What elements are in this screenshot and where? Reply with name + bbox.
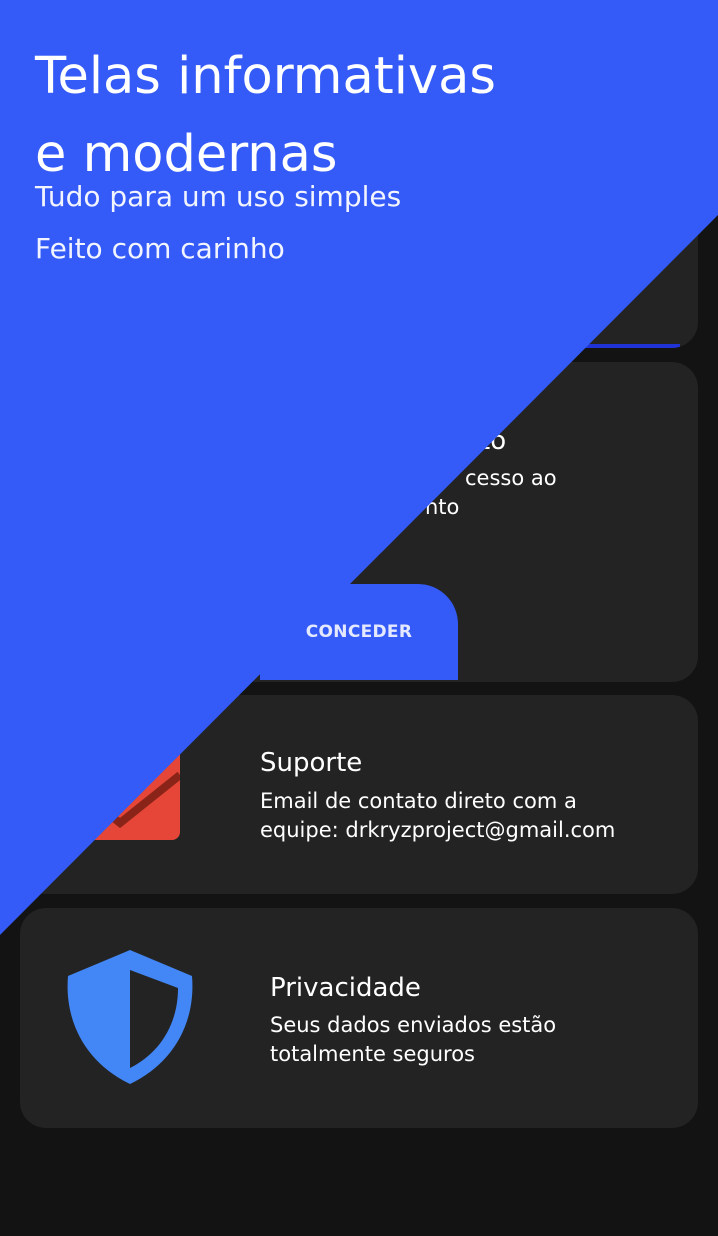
hero-title-line2: e modernas — [35, 125, 338, 184]
shield-icon — [67, 950, 193, 1084]
privacy-card-title: Privacidade — [270, 973, 421, 1003]
permission-card-desc-line1: cesso ao — [465, 466, 557, 490]
hero-title: Telas informativas e modernas — [35, 38, 496, 194]
privacy-card: Privacidade Seus dados enviados estão to… — [20, 908, 698, 1128]
hero-title-line1: Telas informativas — [35, 47, 496, 106]
hero-subtitle-2: Feito com carinho — [35, 232, 285, 265]
support-card-desc-line2: equipe: drkryzproject@gmail.com — [260, 818, 616, 842]
privacy-card-desc-line1: Seus dados enviados estão — [270, 1013, 557, 1037]
hero-subtitle-1: Tudo para um uso simples — [35, 180, 402, 213]
card-accent-bar — [580, 344, 680, 348]
privacy-card-desc-line2: totalmente seguros — [270, 1042, 475, 1066]
support-card-title: Suporte — [260, 748, 363, 778]
support-card-desc-line1: Email de contato direto com a — [260, 789, 577, 813]
